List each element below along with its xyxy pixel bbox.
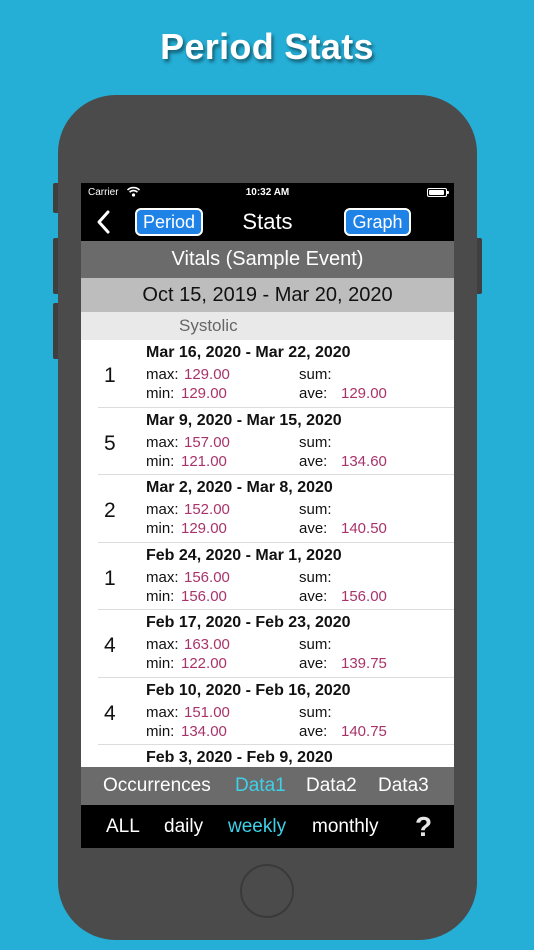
week-range: Feb 10, 2020 - Feb 16, 2020: [146, 681, 351, 699]
min-label: min:: [146, 722, 175, 740]
ave-label: ave:: [299, 385, 328, 402]
app-screen: Carrier 10:32 AM Period Stats Graph Vita…: [81, 183, 454, 848]
max-value: 129.00: [184, 366, 230, 383]
tab-daily[interactable]: daily: [164, 816, 203, 838]
list-item[interactable]: 4 Feb 10, 2020 - Feb 16, 2020 max: 151.0…: [81, 678, 454, 745]
section-header: Systolic: [81, 312, 454, 340]
ave-label: ave:: [299, 587, 328, 605]
ave-value: 140.50: [341, 520, 387, 537]
min-value: 129.00: [181, 520, 227, 537]
min-label: min:: [146, 452, 175, 470]
home-button[interactable]: [240, 864, 294, 918]
min-value: 134.00: [181, 722, 227, 740]
max-value: 152.00: [184, 501, 230, 518]
sum-label: sum:: [299, 366, 332, 383]
status-time: 10:32 AM: [245, 187, 290, 198]
ave-value: 140.75: [341, 722, 387, 740]
max-label: max:: [146, 433, 179, 451]
ave-value: 156.00: [341, 587, 387, 605]
week-range: Feb 24, 2020 - Mar 1, 2020: [146, 546, 342, 564]
occurrence-count: 1: [104, 364, 116, 387]
week-range: Mar 2, 2020 - Mar 8, 2020: [146, 479, 333, 496]
data-tab-bar: Occurrences Data1 Data2 Data3: [81, 767, 454, 805]
tab-monthly[interactable]: monthly: [312, 816, 379, 838]
max-label: max:: [146, 568, 179, 586]
max-value: 151.00: [184, 703, 230, 721]
promo-title: Period Stats: [160, 26, 374, 67]
list-item[interactable]: Feb 3, 2020 - Feb 9, 2020: [81, 745, 454, 767]
max-label: max:: [146, 501, 179, 518]
occurrence-count: 4: [104, 701, 116, 725]
max-value: 163.00: [184, 636, 230, 653]
list-item[interactable]: 2 Mar 2, 2020 - Mar 8, 2020 max: 152.00 …: [81, 475, 454, 543]
sum-label: sum:: [299, 501, 332, 518]
status-bar: Carrier 10:32 AM: [81, 183, 454, 203]
max-label: max:: [146, 636, 179, 653]
event-title: Vitals (Sample Event): [81, 241, 454, 278]
max-value: 157.00: [184, 433, 230, 451]
max-label: max:: [146, 366, 179, 383]
min-label: min:: [146, 385, 175, 402]
week-range: Mar 16, 2020 - Mar 22, 2020: [146, 344, 351, 361]
list-item[interactable]: 1 Feb 24, 2020 - Mar 1, 2020 max: 156.00…: [81, 543, 454, 610]
min-label: min:: [146, 520, 175, 537]
sum-label: sum:: [299, 703, 332, 721]
occurrence-count: 1: [104, 566, 116, 590]
occurrence-count: 4: [104, 634, 116, 657]
ave-label: ave:: [299, 452, 328, 470]
list-item[interactable]: 1 Mar 16, 2020 - Mar 22, 2020 max: 129.0…: [81, 340, 454, 408]
min-value: 156.00: [181, 587, 227, 605]
ave-label: ave:: [299, 722, 328, 740]
tab-data1[interactable]: Data1: [235, 775, 286, 797]
stats-list[interactable]: 1 Mar 16, 2020 - Mar 22, 2020 max: 129.0…: [81, 340, 454, 767]
battery-icon: [427, 188, 449, 197]
tab-all[interactable]: ALL: [106, 816, 140, 838]
max-label: max:: [146, 703, 179, 721]
min-value: 122.00: [181, 655, 227, 672]
min-label: min:: [146, 587, 175, 605]
max-value: 156.00: [184, 568, 230, 586]
tab-data3[interactable]: Data3: [378, 775, 429, 797]
list-item[interactable]: 4 Feb 17, 2020 - Feb 23, 2020 max: 163.0…: [81, 610, 454, 678]
ave-label: ave:: [299, 655, 328, 672]
help-icon[interactable]: ?: [415, 811, 432, 843]
ave-value: 134.60: [341, 452, 387, 470]
min-value: 129.00: [181, 385, 227, 402]
date-range-header: Oct 15, 2019 - Mar 20, 2020: [81, 278, 454, 312]
tab-occurrences[interactable]: Occurrences: [103, 775, 211, 797]
min-label: min:: [146, 655, 175, 672]
tab-weekly[interactable]: weekly: [228, 816, 286, 838]
occurrence-count: 2: [104, 499, 116, 522]
ave-value: 129.00: [341, 385, 387, 402]
sum-label: sum:: [299, 568, 332, 586]
period-tab-bar: ALL daily weekly monthly ?: [81, 805, 454, 848]
graph-button[interactable]: Graph: [344, 208, 411, 236]
ave-label: ave:: [299, 520, 328, 537]
occurrence-count: 5: [104, 431, 116, 455]
navigation-bar: Period Stats Graph: [81, 203, 454, 241]
week-range: Feb 3, 2020 - Feb 9, 2020: [146, 749, 333, 766]
week-range: Mar 9, 2020 - Mar 15, 2020: [146, 411, 342, 429]
week-range: Feb 17, 2020 - Feb 23, 2020: [146, 614, 351, 631]
list-item[interactable]: 5 Mar 9, 2020 - Mar 15, 2020 max: 157.00…: [81, 408, 454, 475]
min-value: 121.00: [181, 452, 227, 470]
tab-data2[interactable]: Data2: [306, 775, 357, 797]
sum-label: sum:: [299, 433, 332, 451]
ave-value: 139.75: [341, 655, 387, 672]
sum-label: sum:: [299, 636, 332, 653]
